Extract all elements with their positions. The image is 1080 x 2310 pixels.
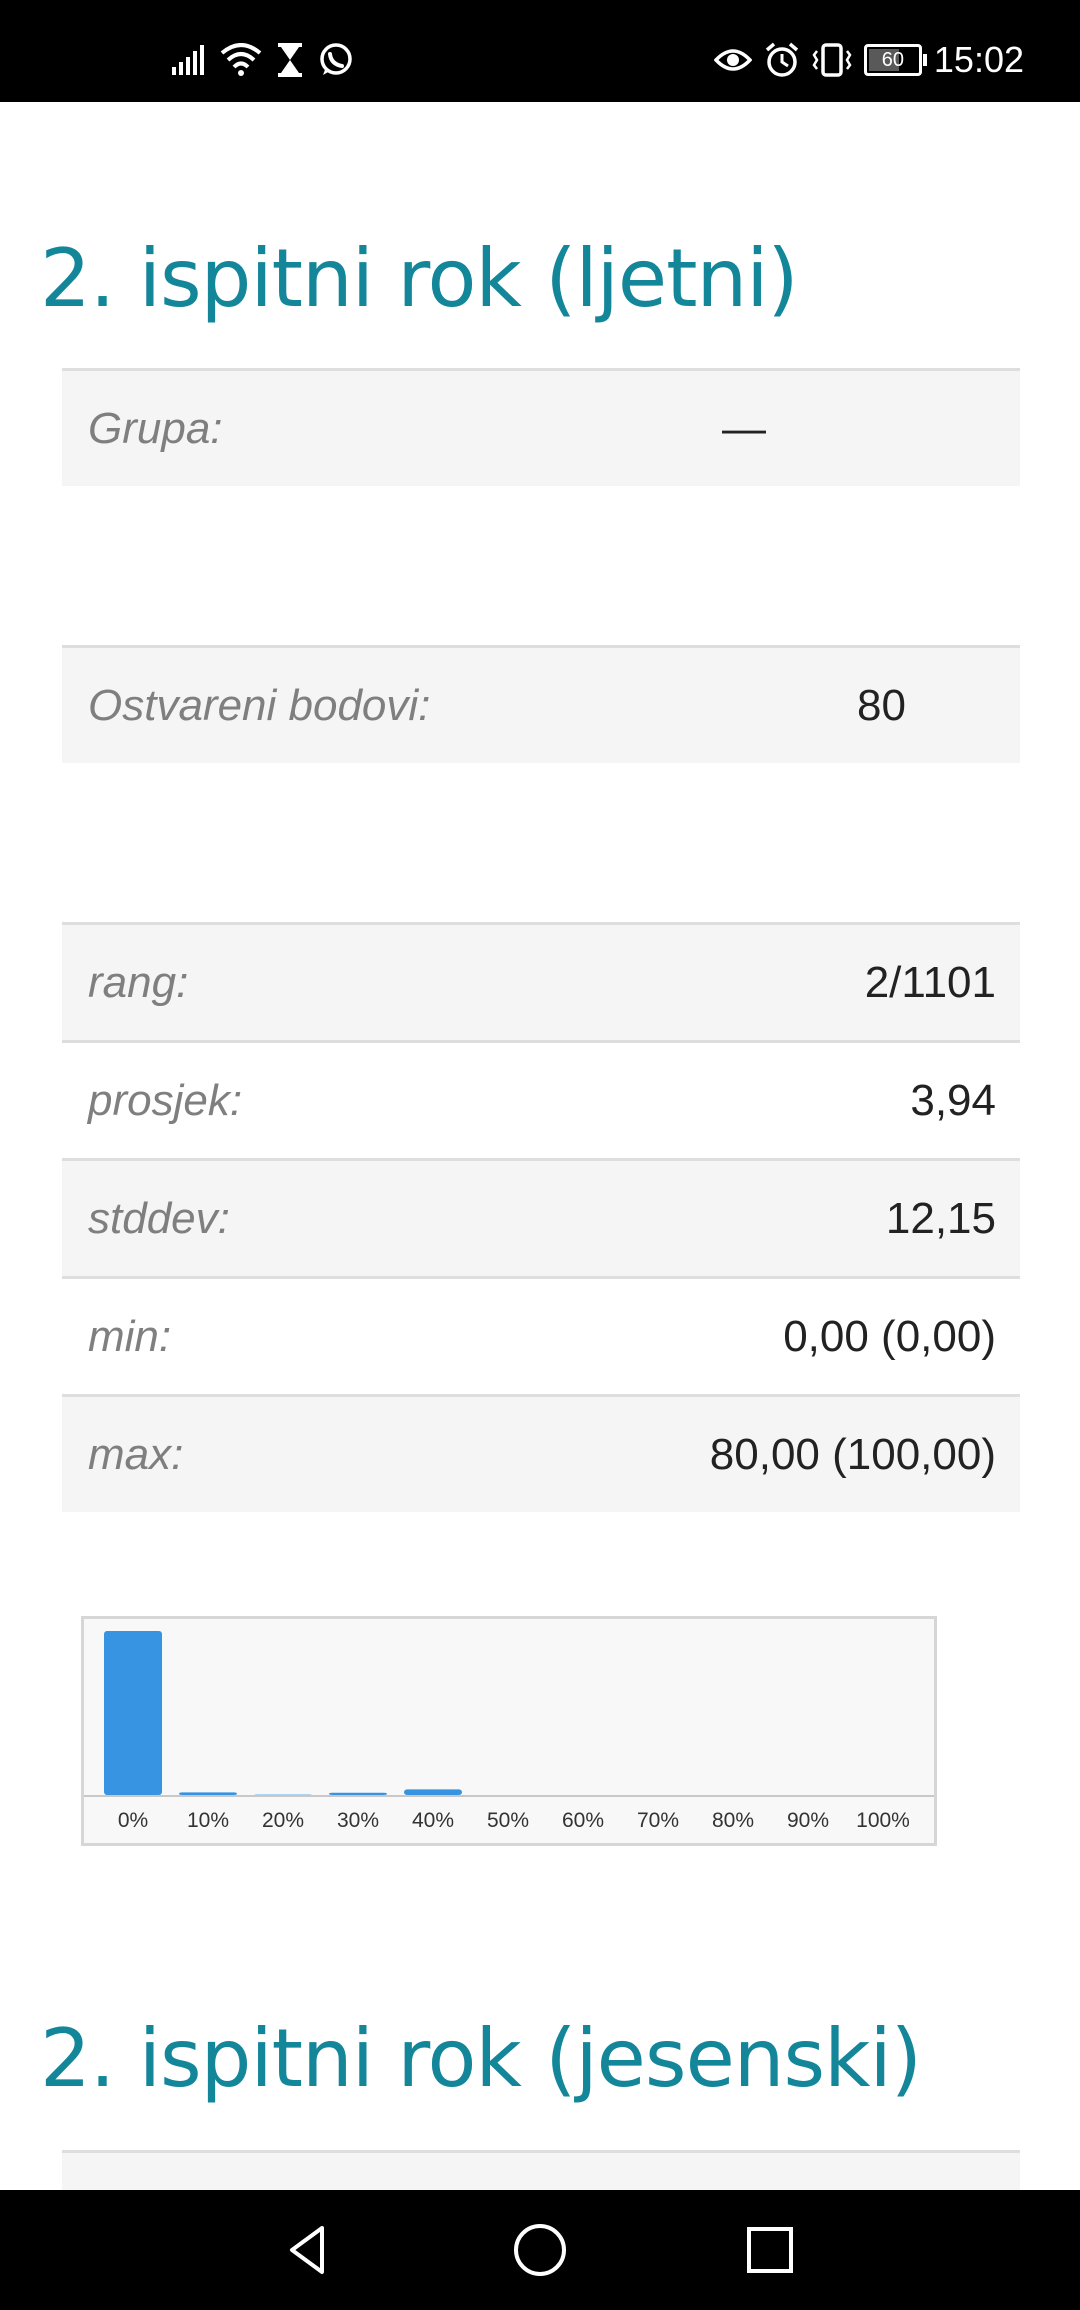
group-table: Grupa: — <box>62 368 1020 486</box>
whatsapp-icon <box>320 43 352 75</box>
status-right-icons: 60 15:02 <box>713 30 1024 90</box>
stat-label: rang: <box>88 957 189 1007</box>
histogram-tick-label: 10% <box>187 1809 229 1832</box>
stats-row-max: max: 80,00 (100,00) <box>62 1394 1020 1512</box>
eye-icon <box>713 49 752 71</box>
navigation-bar <box>0 2190 1080 2310</box>
hourglass-icon <box>278 43 302 77</box>
stats-row-rang: rang: 2/1101 <box>62 922 1020 1040</box>
back-icon[interactable] <box>278 2220 338 2280</box>
battery-icon: 60 <box>863 44 927 76</box>
stats-table: rang: 2/1101 prosjek: 3,94 stddev: 12,15… <box>62 922 1020 1512</box>
group-row: Grupa: — <box>62 368 1020 486</box>
histogram-bar <box>329 1792 387 1795</box>
stat-label: stddev: <box>88 1193 230 1243</box>
stat-label: min: <box>88 1311 172 1361</box>
histogram-tick-label: 30% <box>337 1809 379 1832</box>
histogram-tick-label: 40% <box>412 1809 454 1832</box>
points-row: Ostvareni bodovi: 80 <box>62 645 1020 763</box>
stat-value: 3,94 <box>910 1075 996 1125</box>
score-histogram: 0% 10% 20% 30% 40% 50% 60% 70% 80% 90% 100% <box>81 1616 937 1846</box>
points-table: Ostvareni bodovi: 80 <box>62 645 1020 763</box>
signal-icon <box>172 45 204 75</box>
histogram-svg: 0% 10% 20% 30% 40% 50% 60% 70% 80% 90% 100% <box>84 1631 934 1832</box>
histogram-bar <box>179 1792 237 1795</box>
points-value: 80 <box>857 680 906 730</box>
group-value: — <box>722 403 766 453</box>
page-content: 2. ispitni rok (ljetni) Grupa: — Ostvare… <box>0 102 1080 2190</box>
status-time: 15:02 <box>933 39 1024 80</box>
stat-label: prosjek: <box>88 1075 243 1125</box>
stats-row-min: min: 0,00 (0,00) <box>62 1276 1020 1394</box>
stat-value: 2/1101 <box>864 957 996 1007</box>
histogram-tick-label: 90% <box>787 1809 829 1832</box>
group-label: Grupa: <box>88 403 223 453</box>
stat-value: 80,00 (100,00) <box>709 1429 996 1479</box>
histogram-tick-label: 20% <box>262 1809 304 1832</box>
status-left-icons <box>172 40 354 80</box>
status-bar: 60 15:02 <box>0 0 1080 102</box>
section-title-ljetni: 2. ispitni rok (ljetni) <box>40 232 799 325</box>
histogram-bar <box>404 1789 462 1795</box>
stats-row-prosjek: prosjek: 3,94 <box>62 1040 1020 1158</box>
histogram-tick-label: 0% <box>118 1809 148 1832</box>
histogram-tick-label: 50% <box>487 1809 529 1832</box>
wifi-icon <box>220 43 262 76</box>
histogram-tick-label: 70% <box>637 1809 679 1832</box>
stat-label: max: <box>88 1429 184 1479</box>
points-label: Ostvareni bodovi: <box>88 680 431 730</box>
stat-value: 12,15 <box>885 1193 996 1243</box>
jesenski-row <box>62 2150 1020 2190</box>
home-icon[interactable] <box>510 2220 570 2280</box>
histogram-tick-label: 60% <box>562 1809 604 1832</box>
recents-icon[interactable] <box>740 2220 800 2280</box>
stats-row-stddev: stddev: 12,15 <box>62 1158 1020 1276</box>
jesenski-table <box>62 2150 1020 2190</box>
section-title-jesenski: 2. ispitni rok (jesenski) <box>40 2012 922 2105</box>
histogram-tick-label: 100% <box>856 1809 910 1832</box>
stat-value: 0,00 (0,00) <box>783 1311 996 1361</box>
alarm-icon <box>765 42 799 77</box>
histogram-bar <box>104 1631 162 1795</box>
battery-level: 60 <box>881 48 905 71</box>
histogram-tick-label: 80% <box>712 1809 754 1832</box>
vibrate-icon <box>812 43 852 77</box>
